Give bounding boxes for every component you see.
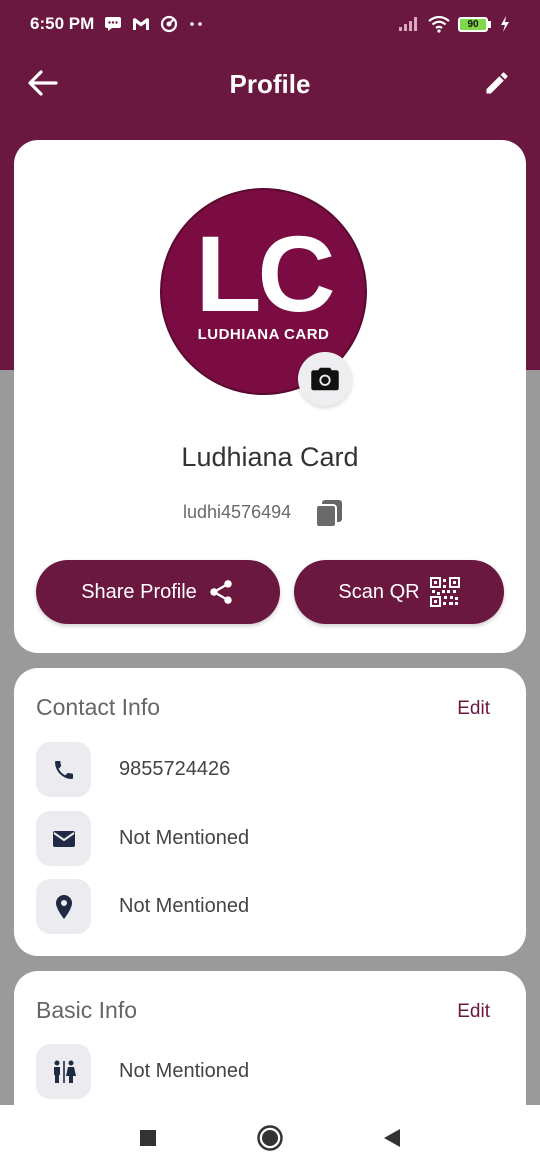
charging-icon <box>500 16 510 32</box>
basic-gender-value: Not Mentioned <box>119 1060 250 1082</box>
share-icon <box>210 580 232 604</box>
basic-info-edit-button[interactable]: Edit <box>457 1001 490 1023</box>
scan-qr-label: Scan QR <box>338 580 420 603</box>
back-arrow-icon[interactable] <box>26 66 60 100</box>
wifi-icon <box>428 15 450 33</box>
status-bar: 6:50 PM 90 <box>0 0 540 48</box>
back-triangle-icon[interactable] <box>377 1123 407 1153</box>
profile-user-id: ludhi4576494 <box>183 502 292 522</box>
contact-info-title: Contact Info <box>36 694 161 720</box>
contact-email-row: Not Mentioned <box>36 811 249 866</box>
home-circle-icon[interactable] <box>255 1123 285 1153</box>
location-pin-icon <box>36 879 91 934</box>
contact-email-value: Not Mentioned <box>119 827 250 849</box>
signal-icon <box>398 16 420 32</box>
system-navigation-bar <box>0 1105 540 1170</box>
basic-gender-row: Not Mentioned <box>36 1044 249 1099</box>
scan-qr-button[interactable]: Scan QR <box>294 560 504 624</box>
profile-name: Ludhiana Card <box>181 442 359 472</box>
phone-icon <box>36 742 91 797</box>
contact-location-row: Not Mentioned <box>36 879 249 934</box>
gender-icon <box>36 1044 91 1099</box>
battery-level: 90 <box>467 18 479 30</box>
contact-phone-row: 9855724426 <box>36 742 230 797</box>
email-icon <box>36 811 91 866</box>
contact-info-card: Contact Info Edit 9855724426 Not Mention… <box>14 668 526 956</box>
copy-icon[interactable] <box>314 498 344 528</box>
basic-info-title: Basic Info <box>36 997 137 1023</box>
more-notifications-icon <box>188 21 204 27</box>
status-time: 6:50 PM <box>30 14 95 33</box>
recents-square-icon[interactable] <box>133 1123 163 1153</box>
app-notification-icon <box>160 15 178 33</box>
qr-code-icon <box>429 577 460 607</box>
gmail-notification-icon <box>132 17 150 31</box>
share-profile-label: Share Profile <box>81 580 197 603</box>
profile-card: LC LUDHIANA CARD Ludhiana Card ludhi4576… <box>14 140 526 653</box>
logo-letters: LC <box>195 213 336 334</box>
edit-pencil-icon[interactable] <box>482 68 512 98</box>
contact-location-value: Not Mentioned <box>119 895 250 917</box>
app-bar: Profile <box>0 48 540 120</box>
message-notification-icon <box>104 16 122 32</box>
contact-phone-value: 9855724426 <box>119 758 231 780</box>
share-profile-button[interactable]: Share Profile <box>36 560 280 624</box>
camera-icon <box>311 367 339 391</box>
battery-icon: 90 <box>458 16 492 32</box>
change-photo-button[interactable] <box>298 352 352 406</box>
page-title: Profile <box>229 68 311 99</box>
logo-subtitle: LUDHIANA CARD <box>197 326 330 343</box>
contact-info-edit-button[interactable]: Edit <box>457 698 490 720</box>
